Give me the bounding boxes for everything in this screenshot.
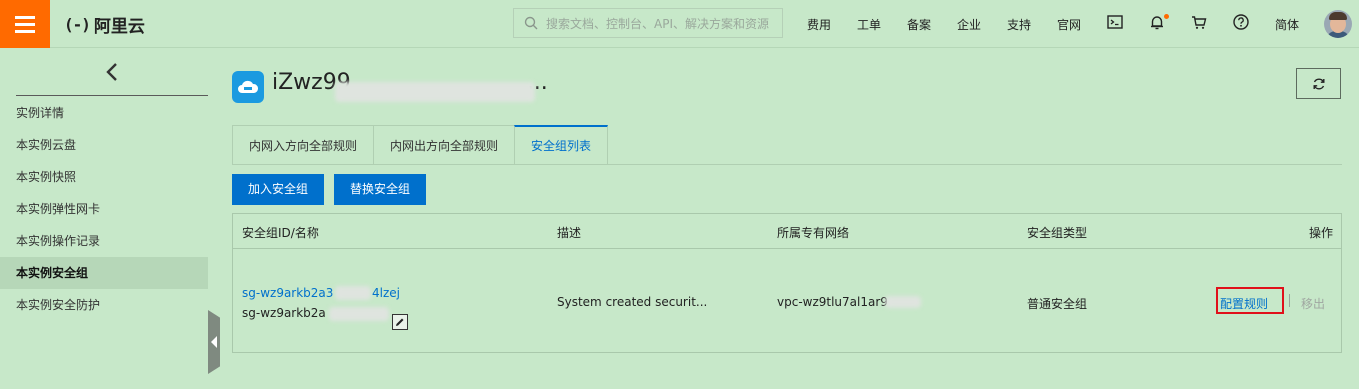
remove-link[interactable]: 移出 — [1301, 295, 1325, 312]
language-switch[interactable]: 简体 — [1275, 16, 1299, 33]
user-avatar[interactable] — [1324, 10, 1352, 38]
search-input[interactable]: 搜索文档、控制台、API、解决方案和资源 — [513, 8, 783, 38]
column-header-description: 描述 — [557, 226, 582, 240]
tab-security-group-list[interactable]: 安全组列表 — [514, 125, 609, 165]
edit-name-icon[interactable] — [392, 314, 408, 330]
back-button[interactable] — [16, 49, 208, 96]
configure-rules-link[interactable]: 配置规则 — [1220, 295, 1268, 312]
security-group-type: 普通安全组 — [1027, 297, 1088, 311]
tab-inbound-rules[interactable]: 内网入方向全部规则 — [232, 125, 374, 165]
top-bar: (-) 阿里云 搜索文档、控制台、API、解决方案和资源 费用 工单 备案 企业… — [0, 0, 1359, 48]
terminal-icon[interactable] — [1106, 13, 1124, 31]
join-security-group-button[interactable]: 加入安全组 — [232, 174, 325, 205]
column-header-id-name: 安全组ID/名称 — [242, 226, 319, 240]
logo-mark: (-) — [64, 14, 91, 34]
sidebar-item-snapshots[interactable]: 本实例快照 — [0, 161, 208, 193]
hamburger-menu-button[interactable] — [0, 0, 50, 48]
redacted-area — [335, 82, 535, 102]
menu-line — [15, 29, 35, 33]
aliyun-logo[interactable]: (-) 阿里云 — [64, 12, 145, 37]
table-row: sg-wz9arkb2a3 4lzej sg-wz9arkb2a System … — [233, 249, 1341, 352]
sidebar-item-security-groups[interactable]: 本实例安全组 — [0, 257, 208, 289]
help-icon[interactable] — [1232, 13, 1250, 31]
security-group-vpc: vpc-wz9tlu7al1ar9 — [777, 295, 888, 309]
sidebar: 实例详情 本实例云盘 本实例快照 本实例弹性网卡 本实例操作记录 本实例安全组 … — [0, 49, 208, 389]
redacted-vpc — [885, 296, 921, 308]
tab-outbound-rules[interactable]: 内网出方向全部规则 — [373, 125, 515, 165]
sidebar-item-security-protection[interactable]: 本实例安全防护 — [0, 289, 208, 321]
logo-text: 阿里云 — [93, 16, 145, 37]
refresh-button[interactable] — [1296, 68, 1341, 99]
tab-bar: 内网入方向全部规则 内网出方向全部规则 安全组列表 — [232, 125, 609, 165]
column-header-actions: 操作 — [1309, 226, 1334, 240]
redacted-name — [329, 307, 389, 321]
column-header-type: 安全组类型 — [1027, 226, 1088, 240]
sidebar-item-operation-log[interactable]: 本实例操作记录 — [0, 225, 208, 257]
chevron-left-icon — [106, 63, 117, 81]
sidebar-item-eni[interactable]: 本实例弹性网卡 — [0, 193, 208, 225]
search-icon — [524, 16, 538, 30]
nav-billing[interactable]: 费用 — [807, 16, 831, 33]
security-group-description: System created securit... — [557, 295, 708, 309]
nav-tickets[interactable]: 工单 — [857, 16, 881, 33]
sidebar-collapse-handle[interactable] — [208, 310, 220, 374]
nav-official-site[interactable]: 官网 — [1057, 16, 1081, 33]
avatar-hair — [1329, 12, 1347, 20]
table-header: 安全组ID/名称 描述 所属专有网络 安全组类型 操作 — [233, 214, 1341, 249]
column-header-vpc: 所属专有网络 — [777, 226, 850, 240]
sidebar-item-instance-details[interactable]: 实例详情 — [0, 97, 208, 129]
nav-support[interactable]: 支持 — [1007, 16, 1031, 33]
nav-enterprise[interactable]: 企业 — [957, 16, 981, 33]
security-group-id-link[interactable]: sg-wz9arkb2a3 — [242, 286, 333, 300]
menu-line — [15, 15, 35, 19]
refresh-icon — [1313, 78, 1325, 89]
action-separator — [1289, 294, 1290, 307]
replace-security-group-button[interactable]: 替换安全组 — [334, 174, 427, 205]
tab-divider — [232, 164, 1342, 165]
cart-icon[interactable] — [1190, 13, 1208, 31]
nav-icp-filing[interactable]: 备案 — [907, 16, 931, 33]
menu-line — [15, 22, 35, 26]
sidebar-item-disks[interactable]: 本实例云盘 — [0, 129, 208, 161]
search-placeholder: 搜索文档、控制台、API、解决方案和资源 — [546, 16, 769, 31]
cloud-instance-icon — [232, 71, 264, 103]
security-group-table: 安全组ID/名称 描述 所属专有网络 安全组类型 操作 sg-wz9arkb2a… — [232, 213, 1342, 353]
notification-dot — [1164, 14, 1169, 19]
security-group-name: sg-wz9arkb2a — [242, 306, 326, 320]
redacted-id — [335, 286, 371, 300]
security-group-id-suffix[interactable]: 4lzej — [372, 286, 400, 300]
